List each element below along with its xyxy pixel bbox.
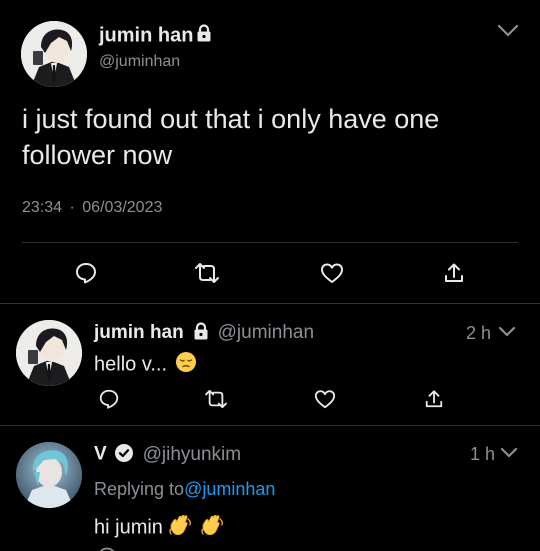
verified-badge-icon <box>114 443 134 468</box>
main-tweet-divider <box>22 242 518 243</box>
reply-icon[interactable] <box>72 259 100 287</box>
chevron-down-icon[interactable] <box>500 447 518 459</box>
reply-avatar[interactable] <box>16 320 82 386</box>
reply-display-name[interactable]: jumin han <box>94 322 184 343</box>
lock-icon <box>193 322 209 345</box>
reply-avatar[interactable] <box>16 442 82 508</box>
reply-handle[interactable]: @jihyunkim <box>143 444 241 465</box>
share-icon[interactable] <box>440 259 468 287</box>
reply-icon[interactable] <box>96 386 122 412</box>
section-divider <box>0 303 540 304</box>
waving-hand-emoji <box>168 513 194 543</box>
replying-to-label: Replying to@juminhan <box>94 479 276 499</box>
chevron-down-icon[interactable] <box>498 326 516 338</box>
reply-time[interactable]: 2 h <box>466 323 491 344</box>
main-tweet-avatar[interactable] <box>21 21 87 87</box>
waving-hand-emoji <box>200 513 226 543</box>
lock-icon <box>196 24 212 48</box>
main-tweet-display-name[interactable]: jumin han <box>99 24 212 48</box>
share-icon[interactable] <box>421 386 447 412</box>
like-icon[interactable] <box>312 386 338 412</box>
reply-handle[interactable]: @juminhan <box>218 322 314 343</box>
replying-to-mention[interactable]: @juminhan <box>184 479 275 499</box>
reply-icon[interactable] <box>97 546 117 551</box>
main-tweet-text: i just found out that i only have one fo… <box>22 104 440 170</box>
reply-text: hello v... <box>94 351 197 379</box>
reply-time[interactable]: 1 h <box>470 444 495 465</box>
retweet-icon[interactable] <box>202 386 230 412</box>
reply-header: jumin han @juminhan <box>94 322 314 345</box>
reply-header: V @jihyunkim <box>94 443 241 468</box>
reply-divider <box>0 425 540 426</box>
tweet-timestamp[interactable]: 23:34 · 06/03/2023 <box>22 199 162 217</box>
reply-display-name[interactable]: V <box>94 444 107 465</box>
pensive-face-emoji <box>175 351 197 379</box>
like-icon[interactable] <box>318 259 346 287</box>
retweet-icon[interactable] <box>192 259 222 287</box>
main-tweet-handle[interactable]: @juminhan <box>99 53 180 71</box>
chevron-down-icon[interactable] <box>497 24 519 38</box>
reply-text: hi jumin <box>94 513 226 543</box>
